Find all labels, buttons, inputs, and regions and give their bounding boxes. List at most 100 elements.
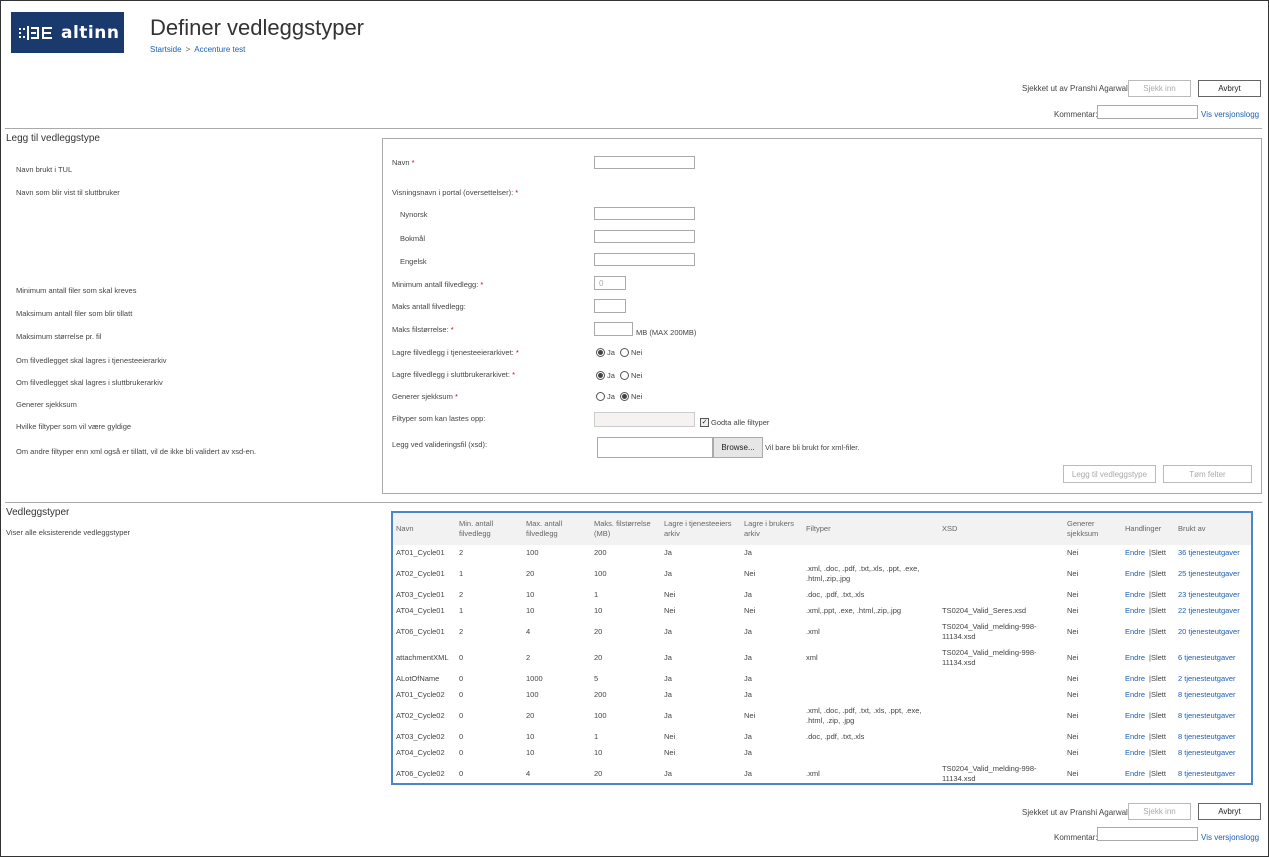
version-log-link[interactable]: Vis versjonslogg [1201, 833, 1259, 842]
used-by-link[interactable]: 8 tjenesteutgaver [1178, 711, 1236, 720]
row-actions: Endre |Slett [1122, 545, 1175, 561]
filetypes-input[interactable] [594, 412, 695, 427]
column-header[interactable]: Navn [393, 513, 456, 545]
comment-input[interactable] [1097, 827, 1198, 841]
delete-link[interactable]: |Slett [1149, 711, 1166, 720]
edit-link[interactable]: Endre [1125, 606, 1145, 615]
edit-link[interactable]: Endre [1125, 569, 1145, 578]
delete-link[interactable]: |Slett [1149, 590, 1166, 599]
edit-link[interactable]: Endre [1125, 627, 1145, 636]
row-max-files: 20 [526, 711, 535, 720]
breadcrumb-accenture-test[interactable]: Accenture test [194, 45, 245, 54]
desc-max-files: Maksimum antall filer som blir tillatt [16, 309, 133, 318]
column-header[interactable]: Lagre i tjenesteeiers arkiv [661, 513, 741, 545]
edit-link[interactable]: Endre [1125, 674, 1145, 683]
used-by-link[interactable]: 8 tjenesteutgaver [1178, 732, 1236, 741]
row-max-size: 10 [594, 748, 603, 757]
used-by-link[interactable]: 25 tjenesteutgaver [1178, 569, 1240, 578]
row-actions: Endre |Slett [1122, 761, 1175, 787]
delete-link[interactable]: |Slett [1149, 690, 1166, 699]
edit-link[interactable]: Endre [1125, 653, 1145, 662]
accept-all-checkbox[interactable]: ✓ Godta alle filtyper [700, 418, 769, 427]
row-owner-archive: Ja [664, 569, 672, 578]
row-filetypes: .doc, .pdf, .txt,.xls [806, 590, 865, 599]
row-max-size: 5 [594, 674, 599, 683]
edit-link[interactable]: Endre [1125, 590, 1145, 599]
column-header[interactable]: XSD [939, 513, 1064, 545]
used-by-link[interactable]: 23 tjenesteutgaver [1178, 590, 1240, 599]
used-by-link[interactable]: 8 tjenesteutgaver [1178, 769, 1236, 778]
table-row: AT01_Cycle02 0 100 200 Ja Ja Nei Endre |Slett 8 t… [393, 687, 1251, 703]
checkin-button[interactable]: Sjekk inn [1128, 803, 1191, 820]
column-header[interactable]: Generer sjekksum [1064, 513, 1122, 545]
row-used-by: 36 tjenesteutgaver [1175, 545, 1251, 561]
delete-link[interactable]: |Slett [1149, 732, 1166, 741]
user-archive-yes[interactable]: Ja [596, 371, 615, 380]
checkin-button[interactable]: Sjekk inn [1128, 80, 1191, 97]
checksum-no[interactable]: Nei [620, 392, 642, 401]
edit-link[interactable]: Endre [1125, 769, 1145, 778]
name-input[interactable] [594, 156, 695, 169]
comment-input[interactable] [1097, 105, 1198, 119]
english-input[interactable] [594, 253, 695, 266]
used-by-link[interactable]: 8 tjenesteutgaver [1178, 748, 1236, 757]
min-files-input[interactable]: 0 [594, 276, 626, 290]
used-by-link[interactable]: 22 tjenesteutgaver [1178, 606, 1240, 615]
edit-link[interactable]: Endre [1125, 548, 1145, 557]
xsd-file-input[interactable] [597, 437, 713, 458]
row-max-size: 100 [594, 569, 607, 578]
delete-link[interactable]: |Slett [1149, 674, 1166, 683]
row-max-size: 20 [594, 769, 603, 778]
nynorsk-input[interactable] [594, 207, 695, 220]
edit-link[interactable]: Endre [1125, 732, 1145, 741]
delete-link[interactable]: |Slett [1149, 653, 1166, 662]
radio-icon [620, 371, 629, 380]
column-header[interactable]: Brukt av [1175, 513, 1251, 545]
row-actions: Endre |Slett [1122, 561, 1175, 587]
attachment-types-table: Navn Min. antall filvedlegg Max. antall … [391, 511, 1253, 785]
row-user-archive: Ja [744, 548, 752, 557]
column-header[interactable]: Filtyper [803, 513, 939, 545]
max-size-input[interactable] [594, 322, 633, 336]
max-files-input[interactable] [594, 299, 626, 313]
edit-link[interactable]: Endre [1125, 690, 1145, 699]
delete-link[interactable]: |Slett [1149, 769, 1166, 778]
column-header[interactable]: Maks. filstørrelse (MB) [591, 513, 661, 545]
used-by-link[interactable]: 6 tjenesteutgaver [1178, 653, 1236, 662]
cancel-button[interactable]: Avbryt [1198, 803, 1261, 820]
add-attachment-type-button[interactable]: Legg til vedleggstype [1063, 465, 1156, 483]
owner-archive-no[interactable]: Nei [620, 348, 642, 357]
user-archive-no[interactable]: Nei [620, 371, 642, 380]
edit-link[interactable]: Endre [1125, 711, 1145, 720]
used-by-link[interactable]: 36 tjenesteutgaver [1178, 548, 1240, 557]
bokmal-input[interactable] [594, 230, 695, 243]
row-user-archive: Ja [744, 690, 752, 699]
edit-link[interactable]: Endre [1125, 748, 1145, 757]
row-used-by: 8 tjenesteutgaver [1175, 729, 1251, 745]
delete-link[interactable]: |Slett [1149, 548, 1166, 557]
used-by-link[interactable]: 8 tjenesteutgaver [1178, 690, 1236, 699]
cancel-button[interactable]: Avbryt [1198, 80, 1261, 97]
used-by-link[interactable]: 2 tjenesteutgaver [1178, 674, 1236, 683]
clear-fields-button[interactable]: Tøm felter [1163, 465, 1252, 483]
row-max-files: 20 [526, 569, 535, 578]
radio-icon [620, 348, 629, 357]
breadcrumb-startside[interactable]: Startside [150, 45, 182, 54]
version-log-link[interactable]: Vis versjonslogg [1201, 110, 1259, 119]
column-header[interactable]: Lagre i brukers arkiv [741, 513, 803, 545]
column-header[interactable]: Max. antall filvedlegg [523, 513, 591, 545]
english-label: Engelsk [400, 257, 427, 266]
altinn-logo[interactable]: altinn [11, 12, 124, 53]
delete-link[interactable]: |Slett [1149, 569, 1166, 578]
delete-link[interactable]: |Slett [1149, 606, 1166, 615]
owner-archive-yes[interactable]: Ja [596, 348, 615, 357]
used-by-link[interactable]: 20 tjenesteutgaver [1178, 627, 1240, 636]
delete-link[interactable]: |Slett [1149, 748, 1166, 757]
desc-max-size: Maksimum størrelse pr. fil [16, 332, 102, 341]
browse-button[interactable]: Browse... [713, 437, 763, 458]
row-user-archive: Ja [744, 748, 752, 757]
checksum-yes[interactable]: Ja [596, 392, 615, 401]
altinn-logo-icon [19, 25, 55, 40]
column-header[interactable]: Min. antall filvedlegg [456, 513, 523, 545]
delete-link[interactable]: |Slett [1149, 627, 1166, 636]
